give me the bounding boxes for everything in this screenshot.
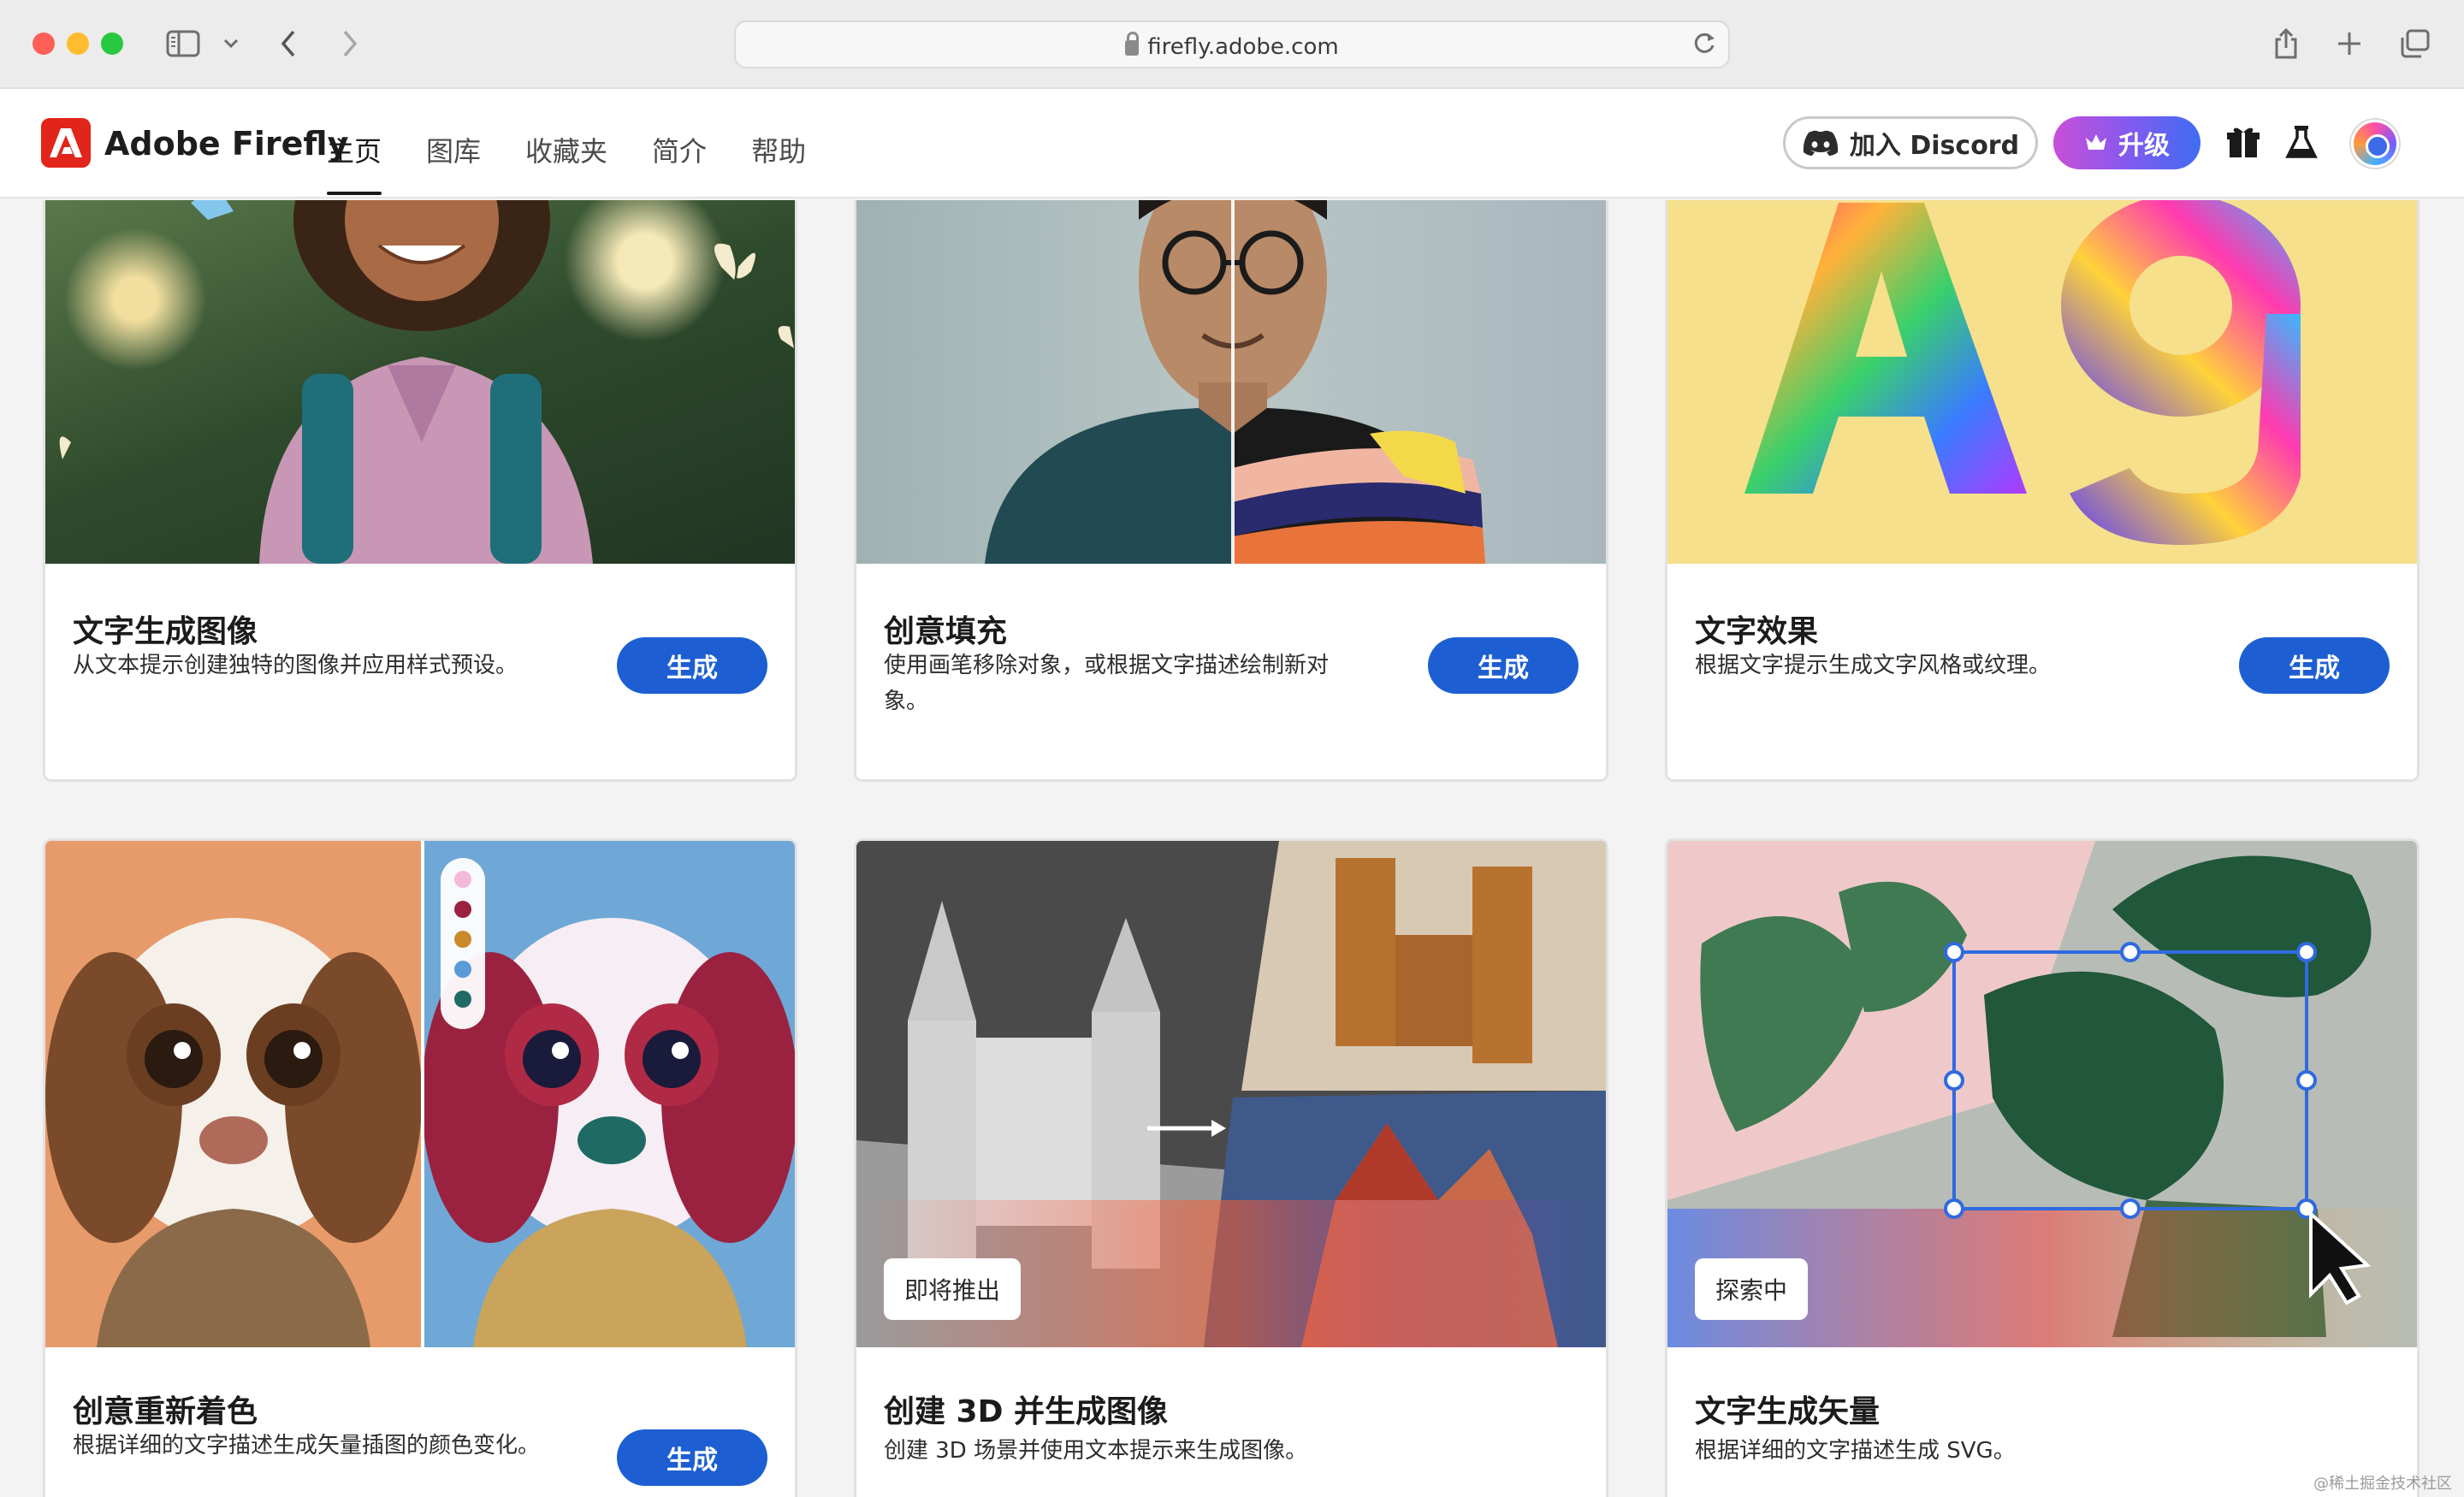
back-arrow-icon[interactable]	[275, 26, 301, 62]
generate-button[interactable]: 生成	[2239, 637, 2390, 694]
recolor-thumbnail	[45, 841, 795, 1347]
card-info: 创意重新着色 根据详细的文字描述生成矢量插图的颜色变化。 生成	[45, 1347, 795, 1497]
nav-about[interactable]: 简介	[652, 130, 707, 195]
crown-icon	[2086, 134, 2106, 150]
address-bar[interactable]: firefly.adobe.com	[734, 21, 1730, 68]
nav-home[interactable]: 主页	[327, 130, 382, 195]
gift-icon[interactable]	[2224, 123, 2262, 161]
reload-icon[interactable]	[1692, 31, 1716, 62]
card-info: 创建 3D 并生成图像 创建 3D 场景并使用文本提示来生成图像。	[856, 1347, 1606, 1497]
puppy-recolor-image	[45, 841, 795, 1347]
feature-card-text-to-vector[interactable]: 探索中 文字生成矢量 根据详细的文字描述生成 SVG。	[1665, 838, 2420, 1497]
feature-card-text-to-image[interactable]: 文字生成图像 从文本提示创建独特的图像并应用样式预设。 生成	[43, 200, 797, 782]
share-icon[interactable]	[2269, 26, 2303, 62]
card-title: 文字生成矢量	[1695, 1394, 1881, 1429]
coming-soon-badge: 即将推出	[884, 1258, 1022, 1320]
girl-with-butterflies-image	[59, 200, 794, 564]
tab-overview-icon[interactable]	[2396, 26, 2433, 62]
furry-letters-ag-image	[1744, 200, 2301, 545]
discord-icon	[1803, 130, 1839, 156]
text-to-image-thumbnail	[45, 200, 795, 564]
man-portrait-image	[985, 200, 1485, 564]
feature-card-generative-recolor[interactable]: 创意重新着色 根据详细的文字描述生成矢量插图的颜色变化。 生成	[43, 838, 797, 1497]
nav-favorites[interactable]: 收藏夹	[525, 130, 607, 195]
card-title: 创建 3D 并生成图像	[884, 1394, 1168, 1429]
forward-arrow-icon[interactable]	[337, 26, 363, 62]
generate-button[interactable]: 生成	[1428, 637, 1578, 694]
feature-card-3d-to-image[interactable]: 即将推出 创建 3D 并生成图像 创建 3D 场景并使用文本提示来生成图像。	[854, 838, 1608, 1497]
close-window-button[interactable]	[33, 33, 55, 55]
new-tab-icon[interactable]	[2332, 26, 2366, 62]
labs-flask-icon[interactable]	[2283, 123, 2320, 161]
user-avatar[interactable]	[2351, 120, 2399, 168]
card-title: 文字生成图像	[73, 614, 258, 649]
card-title: 文字效果	[1695, 614, 1819, 649]
upgrade-label: 升级	[2118, 131, 2170, 161]
card-description: 根据详细的文字描述生成 SVG。	[1695, 1438, 2016, 1464]
card-info: 文字生成矢量 根据详细的文字描述生成 SVG。	[1667, 1347, 2417, 1497]
card-description: 根据详细的文字描述生成矢量插图的颜色变化。	[73, 1433, 541, 1459]
card-info: 文字效果 根据文字提示生成文字风格或纹理。 生成	[1667, 564, 2417, 779]
generate-button[interactable]: 生成	[617, 1429, 767, 1486]
feature-grid: 文字生成图像 从文本提示创建独特的图像并应用样式预设。 生成 创意填充 使用画笔…	[0, 200, 2464, 1497]
url-text: firefly.adobe.com	[1147, 34, 1339, 60]
lock-icon	[1125, 32, 1140, 56]
card-title: 创意重新着色	[73, 1394, 258, 1429]
card-info: 创意填充 使用画笔移除对象，或根据文字描述绘制新对象。 生成	[856, 564, 1606, 779]
card-description: 使用画笔移除对象，或根据文字描述绘制新对象。	[884, 653, 1330, 714]
adobe-logo-icon[interactable]	[41, 118, 91, 168]
sidebar-toggle-icon[interactable]	[164, 26, 202, 62]
card-description: 根据文字提示生成文字风格或纹理。	[1695, 653, 2052, 678]
nav-gallery[interactable]: 图库	[426, 130, 481, 195]
minimize-window-button[interactable]	[67, 33, 89, 55]
upgrade-button[interactable]: 升级	[2053, 116, 2200, 169]
discord-label: 加入 Discord	[1849, 131, 2020, 161]
card-description: 创建 3D 场景并使用文本提示来生成图像。	[884, 1438, 1308, 1464]
browser-toolbar: firefly.adobe.com	[0, 0, 2464, 89]
chevron-down-icon[interactable]	[221, 26, 241, 62]
feature-card-text-effects[interactable]: 文字效果 根据文字提示生成文字风格或纹理。 生成	[1665, 200, 2420, 782]
card-info: 文字生成图像 从文本提示创建独特的图像并应用样式预设。 生成	[45, 564, 795, 779]
text-effects-thumbnail	[1667, 200, 2417, 564]
app-header: Adobe Firefly 主页 图库 收藏夹 简介 帮助 加入 Discord…	[0, 89, 2464, 198]
generative-fill-thumbnail	[856, 200, 1606, 564]
generate-button[interactable]: 生成	[617, 637, 767, 694]
exploring-badge: 探索中	[1695, 1258, 1809, 1320]
feature-card-generative-fill[interactable]: 创意填充 使用画笔移除对象，或根据文字描述绘制新对象。 生成	[854, 200, 1608, 782]
fullscreen-window-button[interactable]	[101, 33, 123, 55]
join-discord-button[interactable]: 加入 Discord	[1783, 116, 2038, 169]
watermark-text: @稀土掘金技术社区	[2313, 1475, 2452, 1493]
main-nav: 主页 图库 收藏夹 简介 帮助	[327, 130, 850, 195]
card-title: 创意填充	[884, 614, 1008, 649]
nav-help[interactable]: 帮助	[751, 130, 806, 195]
brand-name[interactable]: Adobe Firefly	[104, 125, 348, 163]
card-description: 从文本提示创建独特的图像并应用样式预设。	[73, 653, 518, 678]
